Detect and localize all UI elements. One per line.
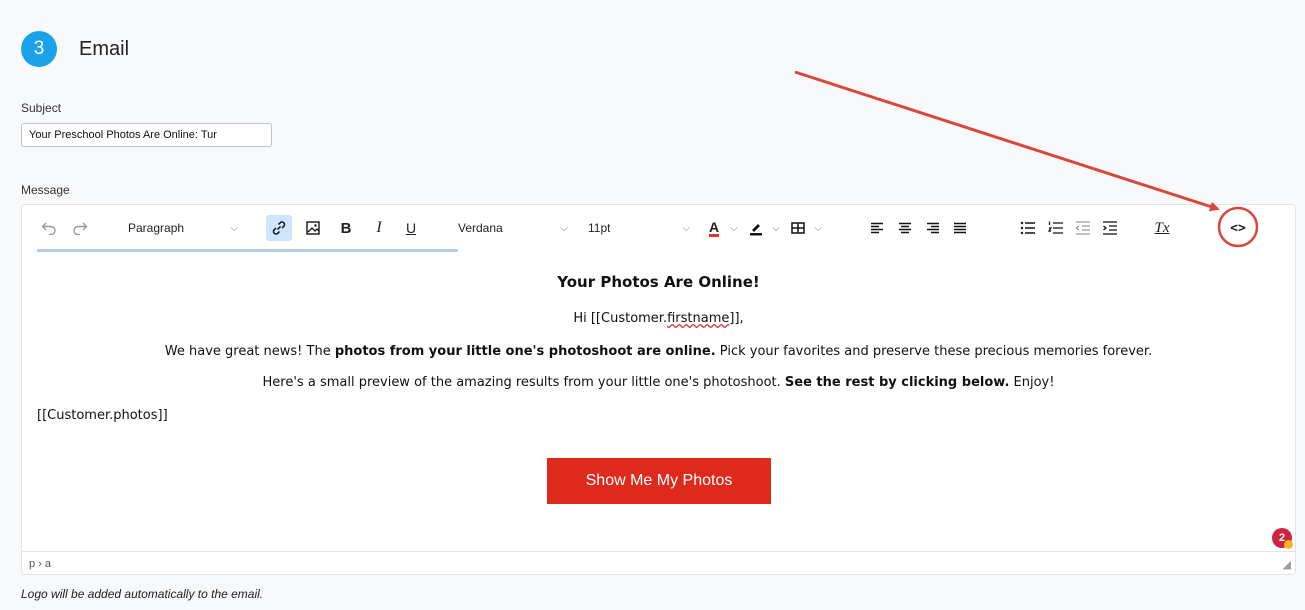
font-size-select[interactable]: 11pt ⌵ xyxy=(582,215,696,241)
para2-text-a: Here's a small preview of the amazing re… xyxy=(262,375,785,390)
notification-dot xyxy=(1284,540,1293,549)
selected-image-strip xyxy=(37,249,458,252)
para1-bold: photos from your little one's photoshoot… xyxy=(334,344,716,359)
step-title: Email xyxy=(79,37,130,60)
justify-icon[interactable] xyxy=(948,215,972,241)
link-icon[interactable] xyxy=(266,215,292,241)
show-photos-button[interactable]: Show Me My Photos xyxy=(547,458,771,504)
subject-value: Your Preschool Photos Are Online: Tur xyxy=(29,129,217,141)
chevron-down-icon: ⌵ xyxy=(230,222,238,234)
para1-text-b: Pick your favorites and preserve these p… xyxy=(715,344,1153,359)
annotation-arrow xyxy=(794,70,1220,212)
editor-toolbar: Paragraph ⌵ B I U Verdana ⌵ 11pt ⌵ A ⌵ ⌵… xyxy=(22,205,1295,251)
email-paragraph-1: We have great news! The photos from your… xyxy=(22,344,1295,359)
chevron-down-icon: ⌵ xyxy=(560,222,568,234)
bold-icon[interactable]: B xyxy=(334,215,358,241)
undo-icon[interactable] xyxy=(37,215,61,241)
chevron-down-icon[interactable]: ⌵ xyxy=(728,215,740,241)
align-right-icon[interactable] xyxy=(921,215,945,241)
logo-note: Logo will be added automatically to the … xyxy=(21,587,264,601)
para2-text-b: Enjoy! xyxy=(1009,375,1055,390)
greeting-suffix: ]], xyxy=(729,311,744,326)
rich-text-editor[interactable]: Paragraph ⌵ B I U Verdana ⌵ 11pt ⌵ A ⌵ ⌵… xyxy=(21,204,1296,575)
email-heading: Your Photos Are Online! xyxy=(557,273,760,291)
para2-bold: See the rest by clicking below. xyxy=(784,375,1010,390)
block-format-select[interactable]: Paragraph ⌵ xyxy=(122,215,244,241)
indent-icon[interactable] xyxy=(1098,215,1122,241)
clear-format-icon[interactable]: Tx xyxy=(1150,215,1174,241)
source-code-icon[interactable]: <> xyxy=(1224,215,1252,241)
align-center-icon[interactable] xyxy=(893,215,917,241)
greeting-prefix: Hi [[Customer. xyxy=(573,311,668,326)
table-icon[interactable] xyxy=(786,215,810,241)
redo-icon[interactable] xyxy=(68,215,92,241)
font-family-value: Verdana xyxy=(458,221,503,235)
block-format-value: Paragraph xyxy=(128,221,185,235)
step-number-badge: 3 xyxy=(21,31,57,67)
email-greeting: Hi [[Customer.firstname]], xyxy=(22,311,1295,326)
photos-placeholder: [[Customer.photos]] xyxy=(37,408,168,423)
step-header: 3 Email xyxy=(21,31,129,67)
highlight-icon[interactable] xyxy=(744,215,768,241)
bullet-list-icon[interactable] xyxy=(1016,215,1040,241)
email-paragraph-2: Here's a small preview of the amazing re… xyxy=(22,375,1295,390)
underline-icon[interactable]: U xyxy=(399,215,423,241)
font-family-select[interactable]: Verdana ⌵ xyxy=(452,215,574,241)
greeting-field: firstname xyxy=(667,311,730,326)
italic-icon[interactable]: I xyxy=(367,215,391,241)
font-size-value: 11pt xyxy=(588,221,611,235)
chevron-down-icon[interactable]: ⌵ xyxy=(770,215,782,241)
image-icon[interactable] xyxy=(300,215,326,241)
message-label: Message xyxy=(21,183,70,197)
element-path[interactable]: p › a xyxy=(29,558,51,570)
chevron-down-icon[interactable]: ⌵ xyxy=(812,215,824,241)
chevron-down-icon: ⌵ xyxy=(682,222,690,234)
subject-label: Subject xyxy=(21,101,62,115)
text-color-icon[interactable]: A xyxy=(702,215,726,241)
subject-input[interactable]: Your Preschool Photos Are Online: Tur xyxy=(21,123,272,147)
align-left-icon[interactable] xyxy=(865,215,889,241)
outdent-icon[interactable] xyxy=(1071,215,1095,241)
para1-text-a: We have great news! The xyxy=(164,344,335,359)
resize-handle-icon[interactable]: ◢ xyxy=(1283,558,1291,571)
numbered-list-icon[interactable] xyxy=(1044,215,1068,241)
editor-statusbar: p › a ◢ xyxy=(22,551,1295,574)
